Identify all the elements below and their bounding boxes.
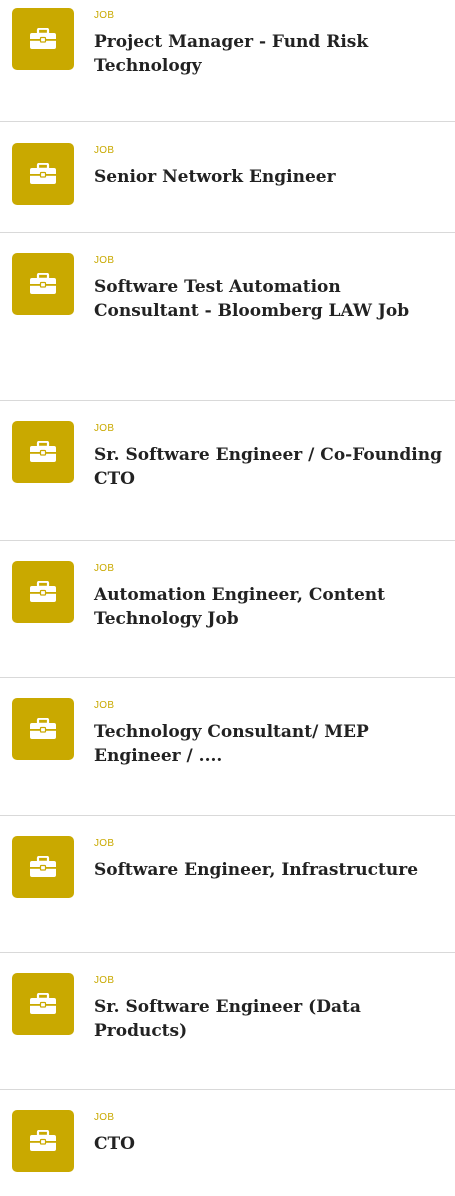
briefcase-icon xyxy=(12,836,74,898)
briefcase-icon xyxy=(12,1110,74,1172)
job-title-link[interactable]: Software Test Automation Consultant - Bl… xyxy=(94,275,445,323)
job-title-link[interactable]: Automation Engineer, Content Technology … xyxy=(94,583,445,631)
job-result-item[interactable]: JOB Project Manager - Fund Risk Technolo… xyxy=(0,0,455,122)
result-type-label: JOB xyxy=(94,255,115,266)
result-type-label: JOB xyxy=(94,145,115,156)
briefcase-icon xyxy=(12,698,74,760)
result-type-label: JOB xyxy=(94,700,115,711)
result-type-label: JOB xyxy=(94,1112,115,1123)
briefcase-icon xyxy=(12,8,74,70)
job-title-link[interactable]: Technology Consultant/ MEP Engineer / ..… xyxy=(94,720,445,768)
job-title-link[interactable]: Software Engineer, Infrastructure xyxy=(94,858,445,882)
job-results-list: JOB Project Manager - Fund Risk Technolo… xyxy=(0,0,455,1196)
briefcase-icon xyxy=(12,253,74,315)
job-result-item[interactable]: JOB Sr. Software Engineer / Co-Founding … xyxy=(0,401,455,541)
job-result-item[interactable]: JOB Software Test Automation Consultant … xyxy=(0,233,455,401)
briefcase-icon xyxy=(12,421,74,483)
job-title-link[interactable]: Senior Network Engineer xyxy=(94,165,445,189)
result-type-label: JOB xyxy=(94,975,115,986)
job-title-link[interactable]: Project Manager - Fund Risk Technology xyxy=(94,30,445,78)
job-result-item[interactable]: JOB Technology Consultant/ MEP Engineer … xyxy=(0,678,455,816)
result-type-label: JOB xyxy=(94,563,115,574)
briefcase-icon xyxy=(12,561,74,623)
job-result-item[interactable]: JOB Sr. Software Engineer (Data Products… xyxy=(0,953,455,1090)
result-type-label: JOB xyxy=(94,10,115,21)
job-result-item[interactable]: JOB CTO xyxy=(0,1090,455,1196)
job-title-link[interactable]: Sr. Software Engineer / Co-Founding CTO xyxy=(94,443,445,491)
job-result-item[interactable]: JOB Senior Network Engineer xyxy=(0,122,455,233)
job-title-link[interactable]: CTO xyxy=(94,1132,445,1156)
job-result-item[interactable]: JOB Automation Engineer, Content Technol… xyxy=(0,541,455,678)
briefcase-icon xyxy=(12,973,74,1035)
briefcase-icon xyxy=(12,143,74,205)
job-title-link[interactable]: Sr. Software Engineer (Data Products) xyxy=(94,995,445,1043)
result-type-label: JOB xyxy=(94,423,115,434)
result-type-label: JOB xyxy=(94,838,115,849)
job-result-item[interactable]: JOB Software Engineer, Infrastructure xyxy=(0,816,455,953)
